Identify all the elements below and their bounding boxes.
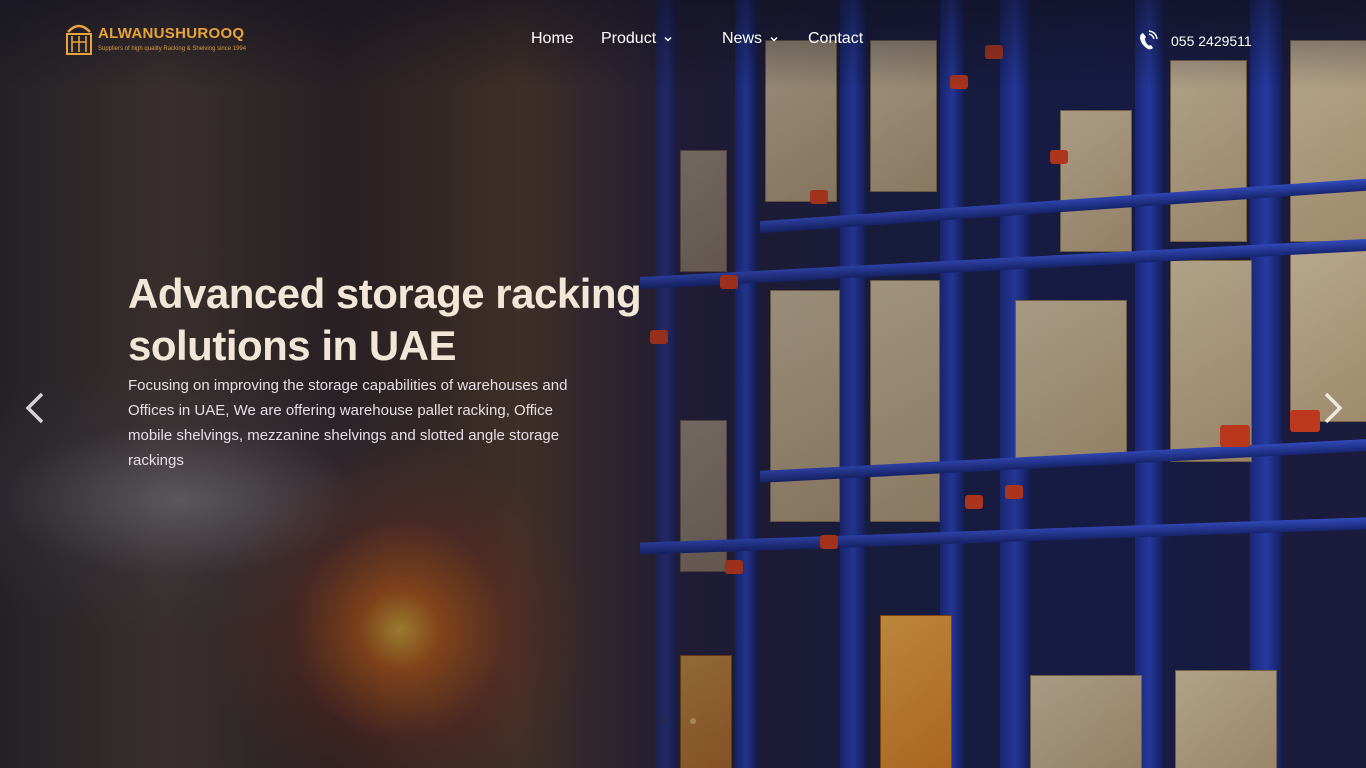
phone-icon — [1140, 30, 1158, 50]
nav-item-home[interactable]: Home — [531, 30, 574, 48]
hero-title: Advanced storage racking solutions in UA… — [128, 270, 642, 369]
hero-description: Focusing on improving the storage capabi… — [128, 377, 568, 469]
chevron-right-icon — [1324, 392, 1343, 424]
phone-number: 055 2429511 — [1171, 33, 1252, 49]
logo-mark-icon — [66, 24, 92, 55]
site-logo[interactable]: ALWANUSHUROOQ Suppliers of high quality … — [64, 22, 284, 58]
nav-item-news[interactable]: News — [722, 30, 780, 48]
carousel-dot[interactable] — [660, 718, 666, 724]
nav-item-label: Product — [601, 30, 657, 47]
chevron-down-icon — [770, 36, 778, 42]
nav-item-label: Home — [531, 30, 574, 47]
carousel-next-button[interactable] — [1314, 388, 1350, 428]
nav-item-product[interactable]: Product — [601, 30, 674, 48]
carousel-indicators — [660, 718, 696, 724]
nav-item-contact[interactable]: Contact — [808, 30, 863, 48]
phone-contact-link[interactable]: 055 2429511 — [1137, 30, 1252, 52]
nav-item-label: Contact — [808, 30, 864, 47]
chevron-down-icon — [664, 36, 672, 42]
site-header: ALWANUSHUROOQ Suppliers of high quality … — [0, 0, 1366, 80]
chevron-left-icon — [25, 392, 44, 424]
brand-tagline: Suppliers of high quality Racking & Shel… — [98, 46, 247, 52]
brand-name: ALWANUSHUROOQ — [98, 25, 245, 42]
carousel-prev-button[interactable] — [18, 388, 54, 428]
carousel-dot[interactable] — [690, 718, 696, 724]
nav-item-label: News — [722, 30, 763, 47]
